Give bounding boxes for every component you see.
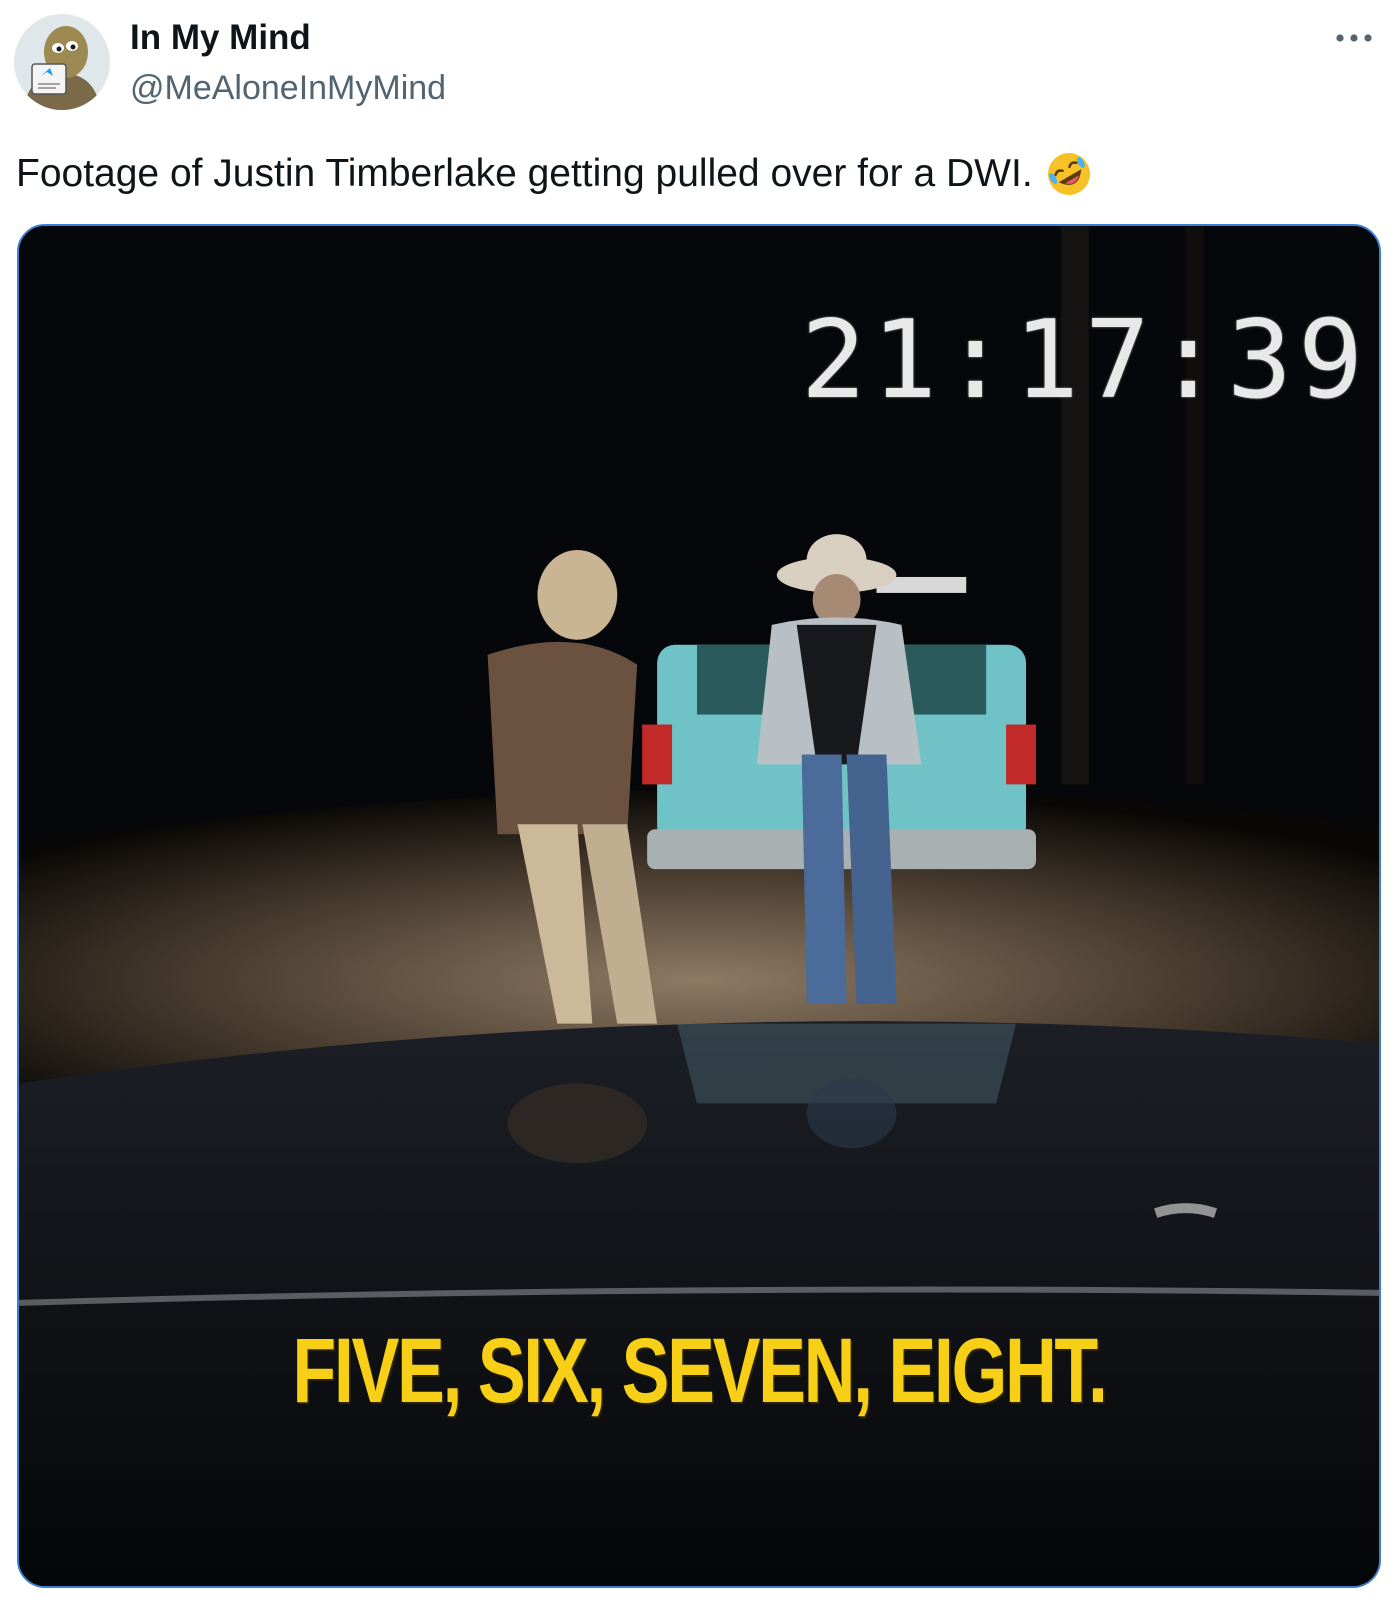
video-player[interactable]: 21:17:39 FIVE, SIX, SEVEN, EIGHT.	[17, 224, 1381, 1588]
video-caption-overlay: FIVE, SIX, SEVEN, EIGHT.	[292, 1320, 1108, 1422]
tweet-card: In My Mind @MeAloneInMyMind Footage of J…	[0, 0, 1400, 1606]
author-display-name[interactable]: In My Mind	[130, 18, 311, 58]
more-options-button[interactable]	[1330, 22, 1378, 54]
author-handle[interactable]: @MeAloneInMyMind	[130, 68, 446, 108]
more-options-icon	[1336, 34, 1372, 42]
rolling-on-floor-laughing-emoji	[1047, 153, 1090, 195]
tweet-text: Footage of Justin Timberlake getting pul…	[16, 150, 1093, 198]
cartoon-avatar-icon	[14, 14, 110, 110]
author-avatar[interactable]	[14, 14, 110, 110]
video-timestamp-overlay: 21:17:39	[800, 298, 1369, 423]
tweet-text-body: Footage of Justin Timberlake getting pul…	[16, 152, 1033, 195]
